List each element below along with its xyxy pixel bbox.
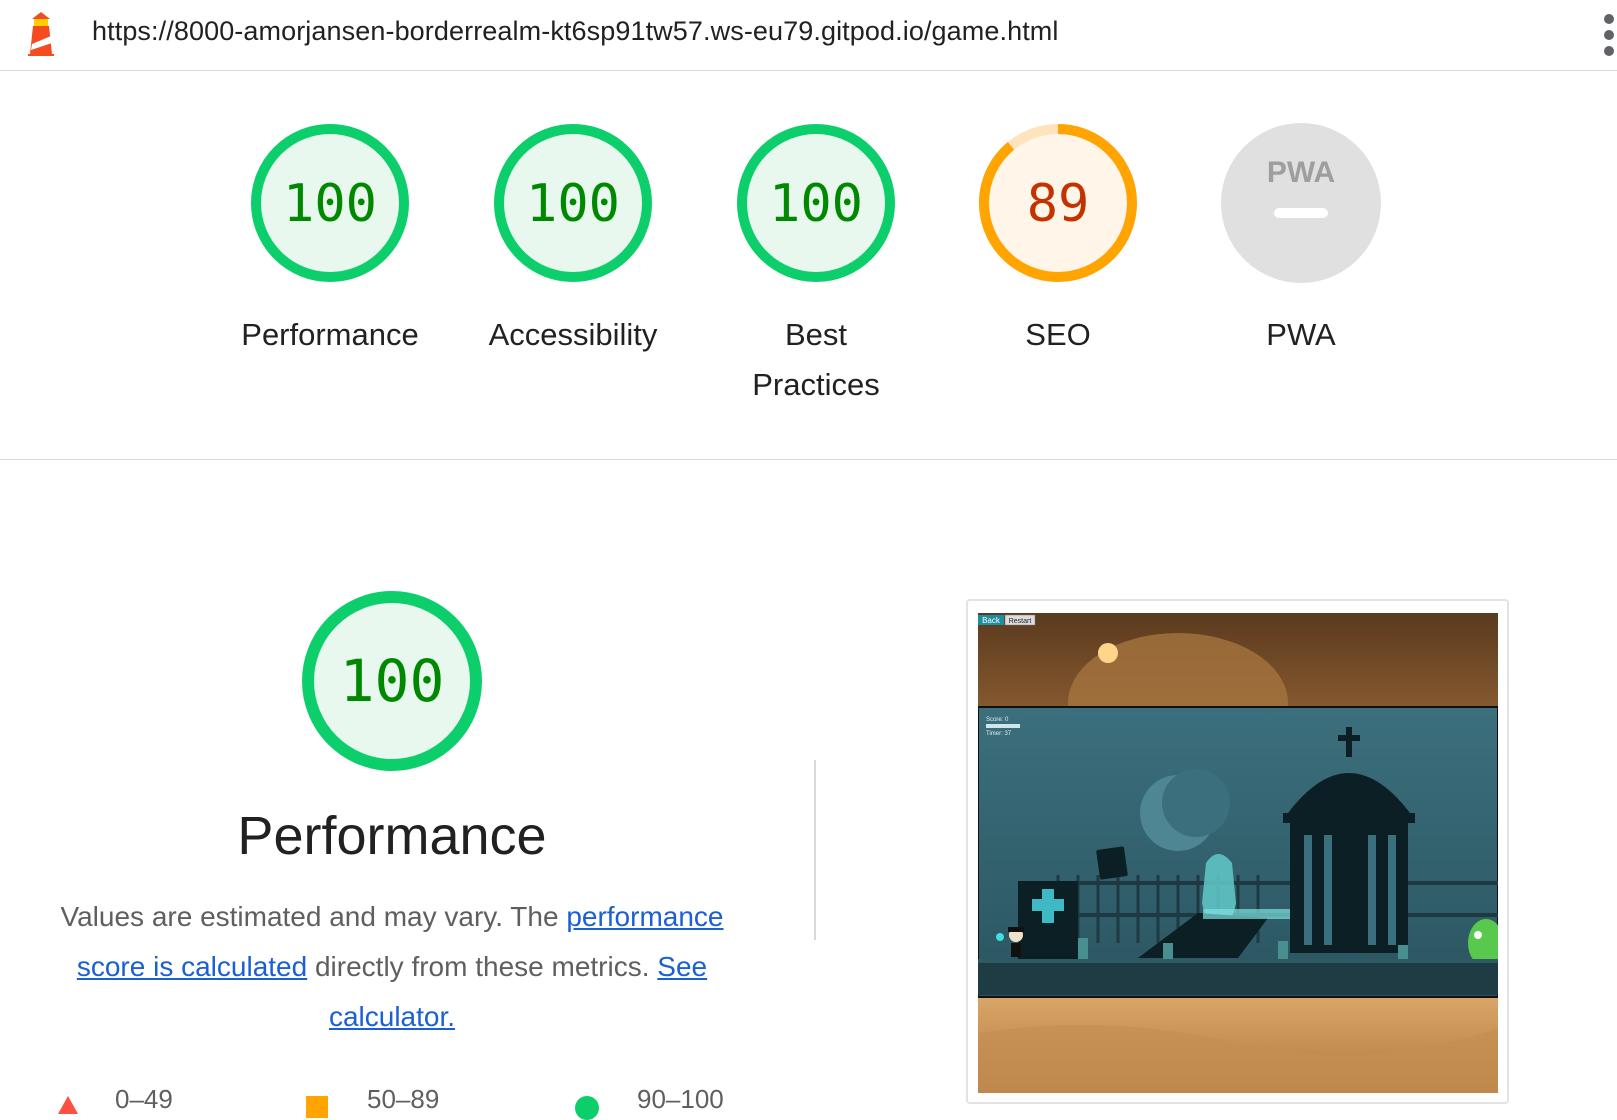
- gauge-performance[interactable]: 100 Performance: [230, 122, 430, 360]
- gauge-label: SEO: [1025, 317, 1091, 352]
- circle-icon: [575, 1096, 599, 1120]
- pwa-badge-text: PWA: [1267, 156, 1335, 189]
- description-text: directly from these metrics.: [307, 951, 658, 982]
- gauge-score: 100: [526, 174, 620, 234]
- final-screenshot[interactable]: Back Restart Score: 0 Timer: 37: [966, 599, 1509, 1104]
- performance-gauge: 100: [302, 591, 482, 771]
- performance-title: Performance: [237, 806, 547, 866]
- back-button-label: Back: [982, 616, 1001, 625]
- hud-timer: Timer: 37: [986, 731, 1012, 737]
- gauge-pwa[interactable]: PWA PWA: [1201, 122, 1401, 360]
- gauge-ring: 89: [979, 124, 1137, 282]
- gauge-score: 100: [769, 174, 863, 234]
- gauge-ring: 100: [251, 124, 409, 282]
- gauge-label: PWA: [1266, 317, 1336, 352]
- gauge-ring: 100: [737, 124, 895, 282]
- pwa-badge-icon: PWA: [1221, 123, 1381, 283]
- report-url[interactable]: https://8000-amorjansen-borderrealm-kt6s…: [92, 16, 1059, 47]
- gauge-score: 100: [283, 174, 377, 234]
- legend-range: 0–49: [115, 1084, 173, 1114]
- kebab-menu-icon[interactable]: [1602, 12, 1616, 58]
- gauge-ring: 100: [494, 124, 652, 282]
- legend-range: 50–89: [367, 1084, 440, 1114]
- triangle-icon: [58, 1096, 78, 1114]
- gauge-label: Accessibility: [488, 317, 658, 352]
- legend-item-fail: 0–49: [58, 1084, 173, 1115]
- score-gauges: 100 Performance 100 Accessibility 100 Be…: [0, 72, 1617, 460]
- gauge-accessibility[interactable]: 100 Accessibility: [473, 122, 673, 360]
- gauge-seo[interactable]: 89 SEO: [958, 122, 1158, 360]
- report-topbar: https://8000-amorjansen-borderrealm-kt6s…: [0, 0, 1617, 71]
- section-divider: [814, 760, 816, 940]
- gauge-label: Best Practices: [752, 317, 880, 402]
- performance-score: 100: [340, 647, 445, 715]
- legend-range: 90–100: [637, 1084, 724, 1114]
- gauge-score: 89: [1027, 174, 1090, 234]
- legend-item-average: 50–89: [306, 1084, 440, 1118]
- performance-description: Values are estimated and may vary. The p…: [32, 892, 752, 1042]
- description-text: Values are estimated and may vary. The: [60, 901, 567, 932]
- gauge-best-practices[interactable]: 100 Best Practices: [716, 122, 916, 410]
- hud-score: Score: 0: [986, 717, 1009, 723]
- gauge-label: Performance: [241, 317, 419, 352]
- square-icon: [306, 1096, 328, 1118]
- legend-item-pass: 90–100: [575, 1084, 724, 1120]
- lighthouse-icon: [28, 12, 54, 56]
- restart-button-label: Restart: [1009, 618, 1032, 625]
- game-screenshot-image: Back Restart Score: 0 Timer: 37: [978, 613, 1498, 1093]
